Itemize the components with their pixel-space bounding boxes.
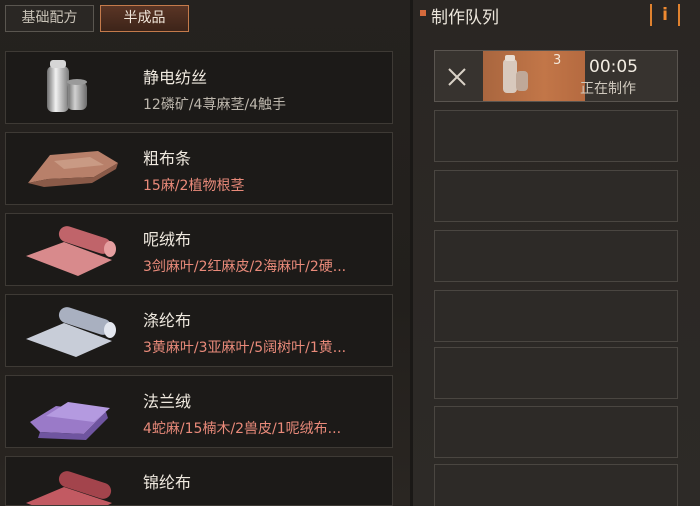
active-item-thumbnail xyxy=(483,51,585,101)
queue-slot-empty[interactable] xyxy=(434,464,678,506)
queue-slot-empty[interactable] xyxy=(434,170,678,222)
header-bullet xyxy=(420,10,426,16)
close-icon[interactable] xyxy=(445,65,469,89)
recipe-name: 法兰绒 xyxy=(143,392,192,411)
queue-title: 制作队列 xyxy=(431,8,499,28)
active-item-quantity: 3 xyxy=(553,53,562,68)
recipe-materials: 3黄麻叶/3亚麻叶/5阔树叶/1黄... xyxy=(143,340,347,356)
cloth-strip-icon xyxy=(28,151,118,187)
recipe-item[interactable]: 静电纺丝 12磷矿/4荨麻茎/4触手 xyxy=(5,51,393,124)
queue-slot-empty[interactable] xyxy=(434,290,678,342)
queue-slot-empty[interactable] xyxy=(434,230,678,282)
recipe-item[interactable]: 锦纶布 xyxy=(5,456,393,506)
nylon-cloth-icon xyxy=(26,471,112,505)
recipe-materials: 12磷矿/4荨麻茎/4触手 xyxy=(143,97,287,113)
queue-slot-empty[interactable] xyxy=(434,110,678,162)
queue-slot-empty[interactable] xyxy=(434,406,678,458)
recipe-name: 静电纺丝 xyxy=(143,68,208,87)
recipe-name: 粗布条 xyxy=(143,149,192,168)
queue-header: 制作队列 i xyxy=(415,0,700,32)
recipe-item[interactable]: 呢绒布 3剑麻叶/2红麻皮/2海麻叶/2硬... xyxy=(5,213,393,286)
polyester-cloth-icon xyxy=(26,307,116,357)
recipe-materials: 4蛇麻/15楠木/2兽皮/1呢绒布... xyxy=(143,421,342,437)
spool-icon xyxy=(47,60,87,112)
recipe-name: 涤纶布 xyxy=(143,311,192,330)
wool-cloth-icon xyxy=(26,226,116,276)
spool-icon xyxy=(503,55,528,93)
queue-slot-active[interactable]: 3 00:05 正在制作 xyxy=(434,50,678,102)
recipe-name: 呢绒布 xyxy=(143,230,192,249)
info-button[interactable]: i xyxy=(650,4,680,26)
recipe-name: 锦纶布 xyxy=(143,473,192,492)
recipe-item[interactable]: 粗布条 15麻/2植物根茎 xyxy=(5,132,393,205)
recipe-materials: 3剑麻叶/2红麻皮/2海麻叶/2硬... xyxy=(143,259,347,275)
recipe-materials: 15麻/2植物根茎 xyxy=(143,178,245,194)
tab-semi-finished[interactable]: 半成品 xyxy=(100,5,189,32)
queue-slot-empty[interactable] xyxy=(434,347,678,399)
flannel-icon xyxy=(30,402,110,440)
active-item-status: 正在制作 xyxy=(580,81,636,97)
recipe-item[interactable]: 法兰绒 4蛇麻/15楠木/2兽皮/1呢绒布... xyxy=(5,375,393,448)
tab-basic-recipes[interactable]: 基础配方 xyxy=(5,5,94,32)
recipe-item[interactable]: 涤纶布 3黄麻叶/3亚麻叶/5阔树叶/1黄... xyxy=(5,294,393,367)
active-item-timer: 00:05 xyxy=(589,57,638,77)
